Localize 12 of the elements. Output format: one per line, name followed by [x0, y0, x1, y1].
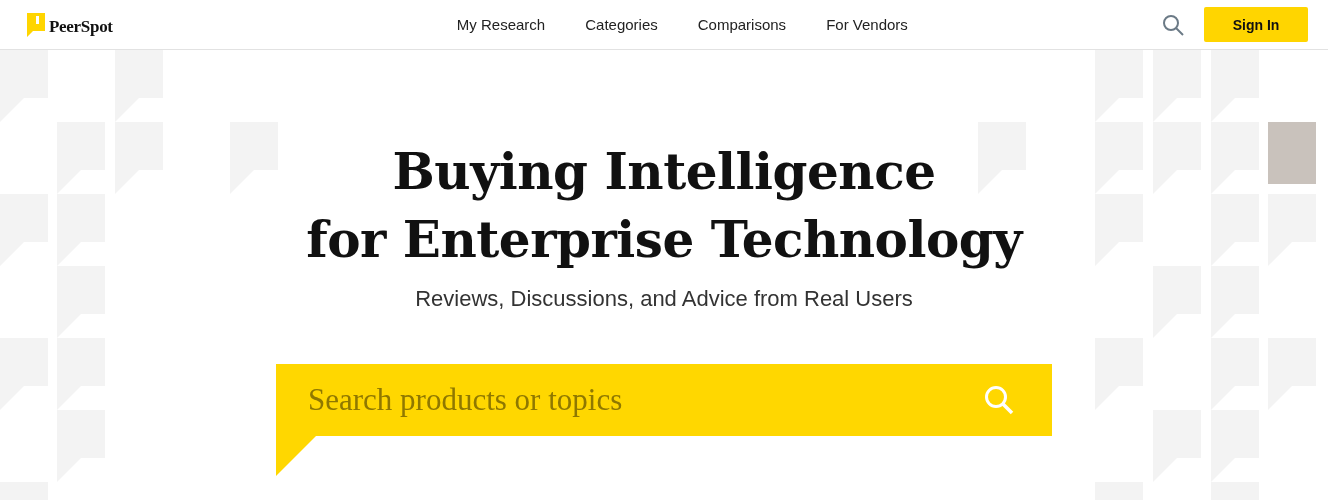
photo-placeholder	[1268, 122, 1316, 184]
logo-icon	[27, 12, 45, 37]
logo-text[interactable]: PeerSpot	[49, 17, 113, 37]
hero-subtitle: Reviews, Discussions, and Advice from Real Users	[415, 286, 913, 312]
speech-tail-icon	[276, 436, 316, 476]
sign-in-button[interactable]: Sign In	[1204, 7, 1308, 42]
nav-link[interactable]: For Vendors	[826, 16, 908, 33]
nav-link[interactable]: Comparisons	[697, 16, 787, 33]
hero-title: Buying Intelligence for Enterprise Technology	[306, 141, 1022, 271]
nav-link[interactable]: Categories	[585, 16, 658, 33]
search-icon[interactable]	[1162, 13, 1184, 36]
nav-link[interactable]: My Research	[456, 16, 546, 33]
